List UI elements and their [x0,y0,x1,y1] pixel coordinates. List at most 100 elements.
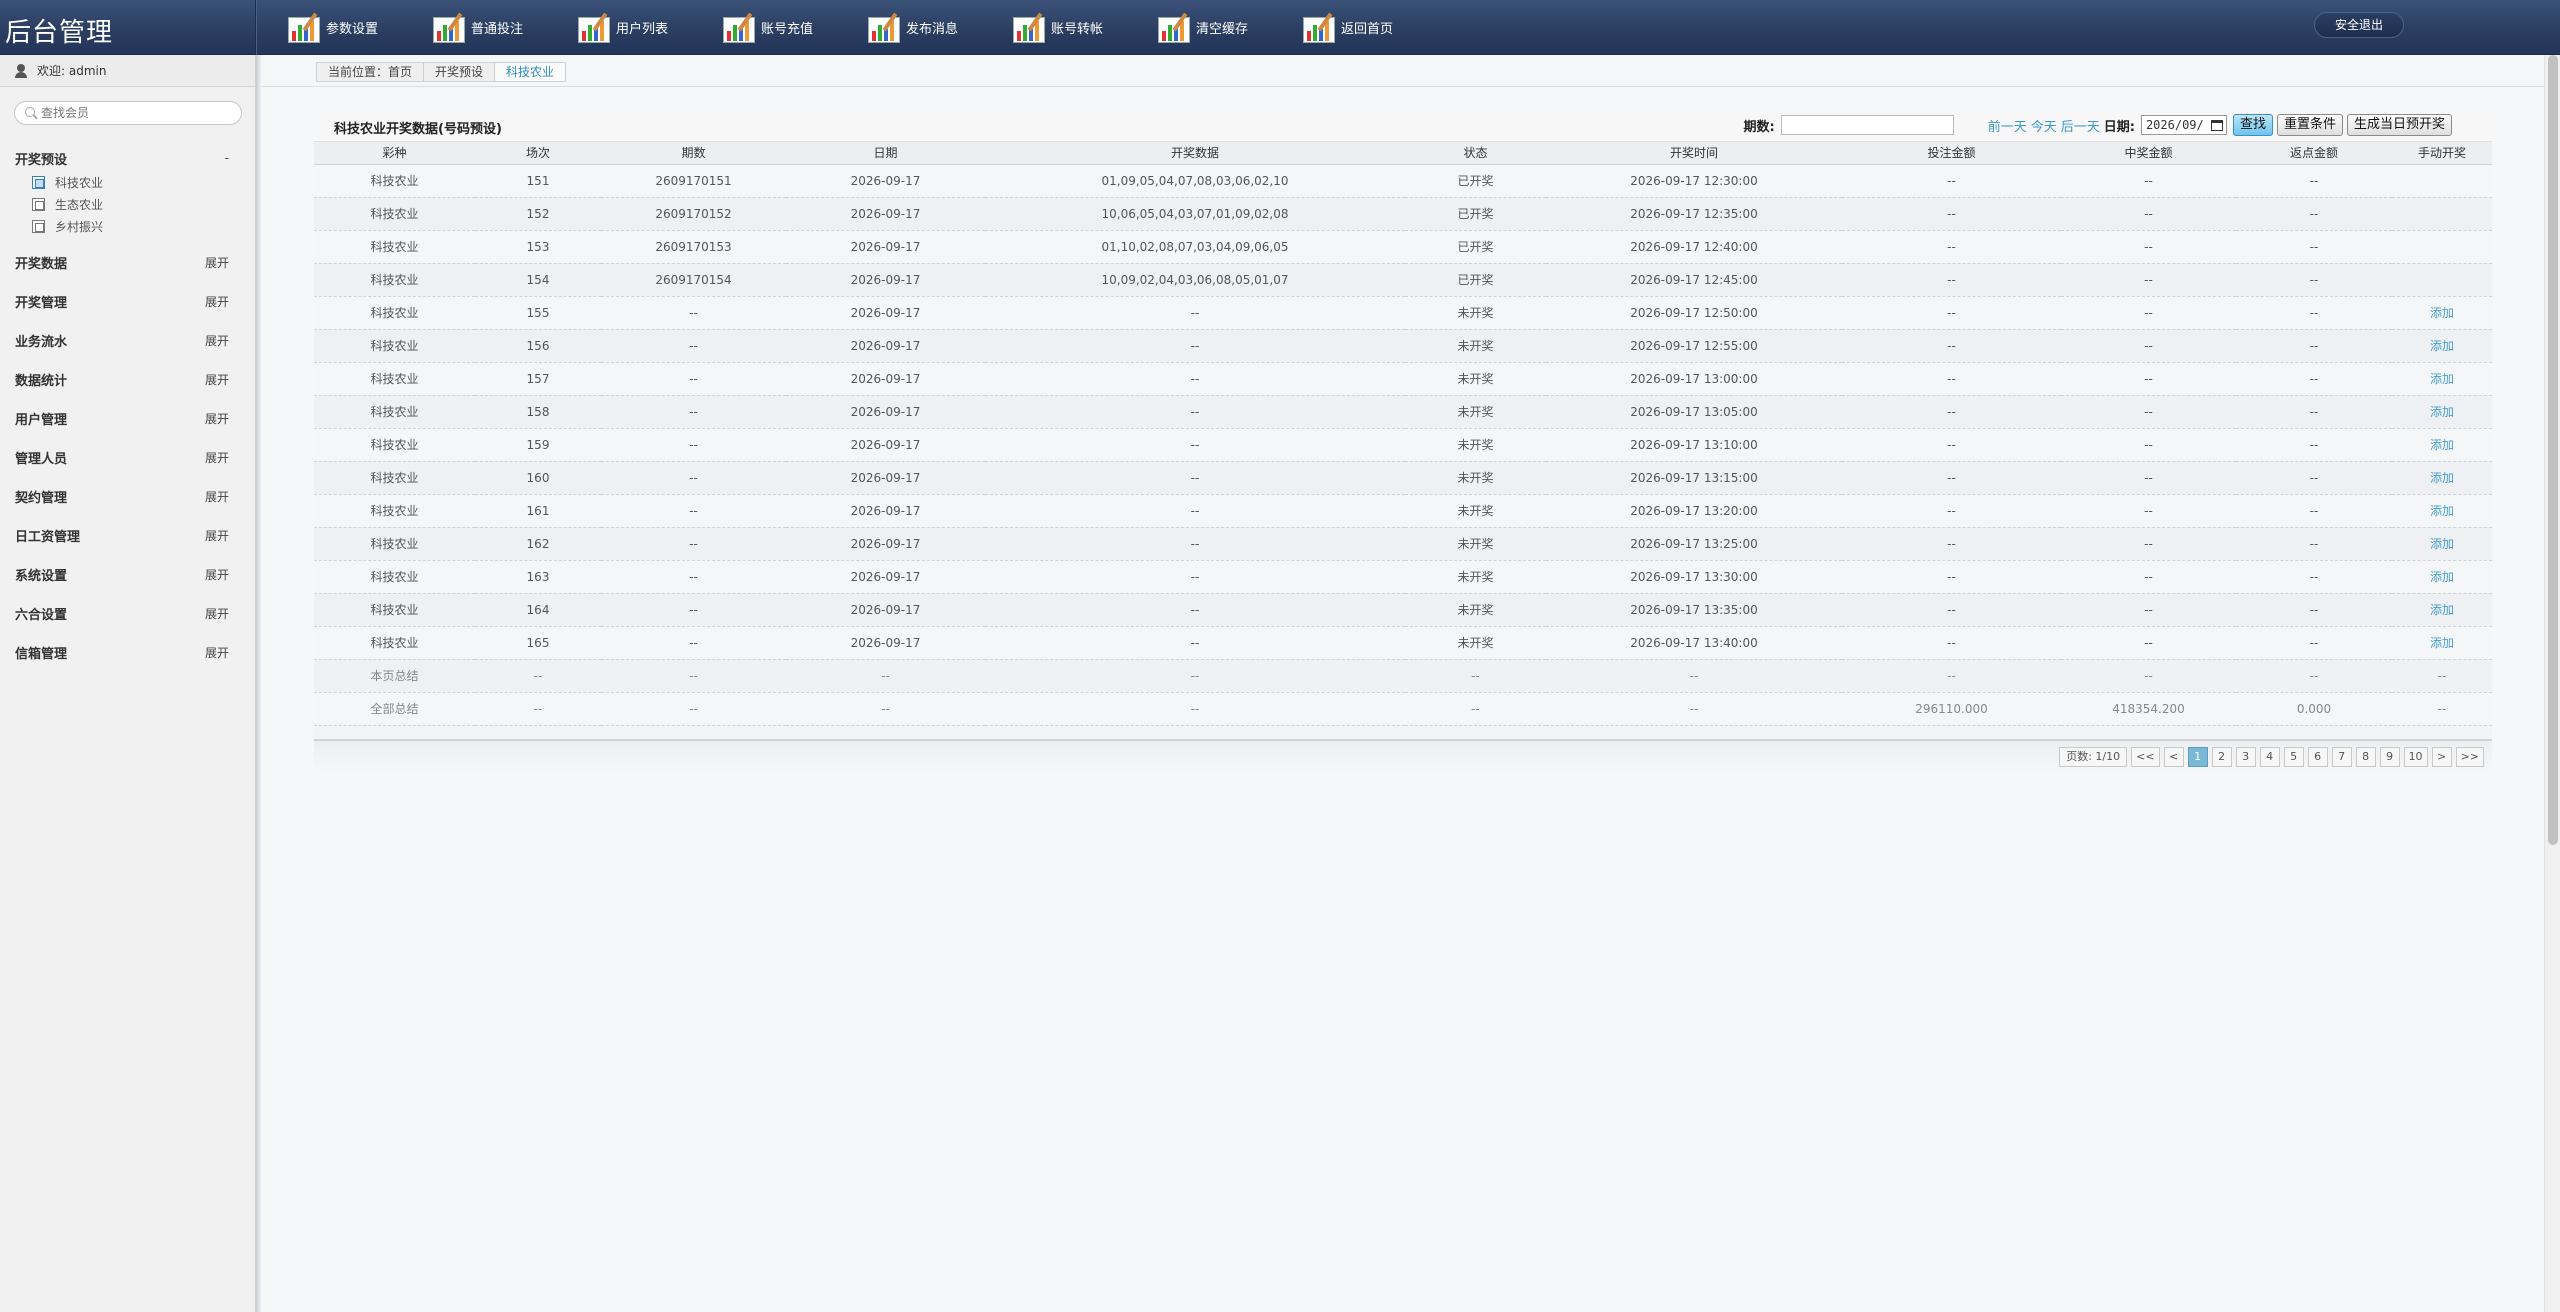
prev-page-button[interactable]: < [2163,747,2184,767]
page-number-button[interactable]: 3 [2235,747,2256,767]
date-input[interactable]: 2026/09/ [2140,115,2227,135]
breadcrumb-item: 科技农业 [494,63,566,81]
page-number-button[interactable]: 6 [2307,747,2328,767]
expand-toggle[interactable]: 展开 [205,371,229,388]
sidebar-menu-item[interactable]: 数据统计 展开 [0,360,255,399]
table-cell: 01,09,05,04,07,08,03,06,02,10 [985,164,1405,198]
page-number-button[interactable]: 4 [2259,747,2280,767]
logout-button[interactable]: 安全退出 [2314,12,2404,38]
table-cell: -- [1842,296,2061,330]
top-nav-label: 普通投注 [471,22,524,37]
chart-bar [727,30,731,41]
generate-preset-button[interactable]: 生成当日预开奖 [2346,114,2452,136]
table-cell: 添加 [2392,494,2492,528]
chart-bar [878,24,882,41]
scrollbar-thumb[interactable] [2548,55,2558,845]
chart-bar [1168,24,1172,41]
sidebar-menu-item[interactable]: 信箱管理 展开 [0,633,255,672]
prev-day-link[interactable]: 前一天 [1988,116,2027,135]
top-nav-item[interactable]: 普通投注 [431,0,576,55]
page-number-button[interactable]: 9 [2379,747,2400,767]
add-draw-link[interactable]: 添加 [2430,504,2454,518]
add-draw-link[interactable]: 添加 [2430,603,2454,617]
expand-toggle[interactable]: 展开 [205,293,229,310]
sidebar: 欢迎: admin 开奖预设 - 科技农业生态农业乡村振兴 开奖数据展开开奖管理… [0,55,256,1312]
expand-toggle[interactable]: 展开 [205,605,229,622]
table-cell: -- [2236,527,2392,561]
add-draw-link[interactable]: 添加 [2430,372,2454,386]
expand-toggle[interactable]: 展开 [205,410,229,427]
sidebar-menu-item[interactable]: 日工资管理 展开 [0,516,255,555]
sidebar-menu-item[interactable]: 用户管理 展开 [0,399,255,438]
calendar-icon[interactable] [2210,119,2223,131]
period-input[interactable] [1780,115,1954,135]
add-draw-link[interactable]: 添加 [2430,438,2454,452]
summary-cell: -- [601,659,786,693]
reset-button[interactable]: 重置条件 [2276,114,2343,136]
submenu-item[interactable]: 科技农业 [32,171,255,193]
vertical-scrollbar[interactable] [2544,55,2560,1312]
expand-toggle[interactable]: 展开 [205,566,229,583]
first-page-button[interactable]: << [2131,747,2160,767]
table-cell: -- [985,296,1405,330]
table-cell: -- [2236,296,2392,330]
top-nav-item[interactable]: 参数设置 [286,0,431,55]
chart-bar [872,30,876,41]
breadcrumb-item[interactable]: 开奖预设 [423,63,494,81]
collapse-toggle[interactable]: - [225,151,229,165]
table-cell: -- [601,461,786,495]
expand-toggle[interactable]: 展开 [205,527,229,544]
submenu-item[interactable]: 生态农业 [32,193,255,215]
page-number-button[interactable]: 10 [2403,747,2428,767]
sidebar-menu-item[interactable]: 管理人员 展开 [0,438,255,477]
table-row: 科技农业 154 2609170154 2026-09-17 10,09,02,04,0… [314,263,2492,297]
add-draw-link[interactable]: 添加 [2430,339,2454,353]
submenu-item[interactable]: 乡村振兴 [32,215,255,237]
breadcrumb-item[interactable]: 当前位置：首页 [317,63,423,81]
sidebar-menu-item[interactable]: 系统设置 展开 [0,555,255,594]
table-cell: -- [2061,428,2236,462]
page-number-button[interactable]: 1 [2187,747,2208,767]
sidebar-menu-item[interactable]: 六合设置 展开 [0,594,255,633]
sidebar-menu-item[interactable]: 开奖管理 展开 [0,282,255,321]
add-draw-link[interactable]: 添加 [2430,570,2454,584]
top-nav-item[interactable]: 用户列表 [576,0,721,55]
top-nav-item[interactable]: 账号转帐 [1011,0,1156,55]
expand-toggle[interactable]: 展开 [205,644,229,661]
table-cell: 2026-09-17 [786,197,985,231]
top-nav-item[interactable]: 发布消息 [866,0,1011,55]
top-nav-item[interactable]: 账号充值 [721,0,866,55]
table-cell: -- [2236,395,2392,429]
search-button[interactable]: 查找 [2232,114,2273,136]
page-number-button[interactable]: 8 [2355,747,2376,767]
add-draw-link[interactable]: 添加 [2430,471,2454,485]
top-nav-item[interactable]: 返回首页 [1301,0,1446,55]
expand-toggle[interactable]: 展开 [205,488,229,505]
add-draw-link[interactable]: 添加 [2430,306,2454,320]
expand-toggle[interactable]: 展开 [205,332,229,349]
expand-toggle[interactable]: 展开 [205,449,229,466]
menu-lottery-preset[interactable]: 开奖预设 - [0,147,255,169]
sidebar-menu-item[interactable]: 契约管理 展开 [0,477,255,516]
last-page-button[interactable]: >> [2455,747,2484,767]
page-number-button[interactable]: 5 [2283,747,2304,767]
add-draw-link[interactable]: 添加 [2430,405,2454,419]
next-day-link[interactable]: 后一天 [2061,116,2100,135]
member-search-input[interactable] [41,106,231,120]
top-nav-label: 用户列表 [616,22,669,37]
top-nav-item[interactable]: 清空缓存 [1156,0,1301,55]
expand-toggle[interactable]: 展开 [205,254,229,271]
page-number-button[interactable]: 7 [2331,747,2352,767]
add-draw-link[interactable]: 添加 [2430,636,2454,650]
sidebar-menu-item[interactable]: 业务流水 展开 [0,321,255,360]
checkbox-icon [32,197,45,211]
sidebar-menu-item[interactable]: 开奖数据 展开 [0,243,255,282]
table-cell: 2026-09-17 13:40:00 [1546,626,1842,660]
page-number-button[interactable]: 2 [2211,747,2232,767]
chart-bar [733,24,737,41]
table-cell: -- [601,296,786,330]
add-draw-link[interactable]: 添加 [2430,537,2454,551]
next-page-button[interactable]: > [2431,747,2452,767]
today-link[interactable]: 今天 [2031,116,2057,135]
chart-icon [576,12,614,44]
